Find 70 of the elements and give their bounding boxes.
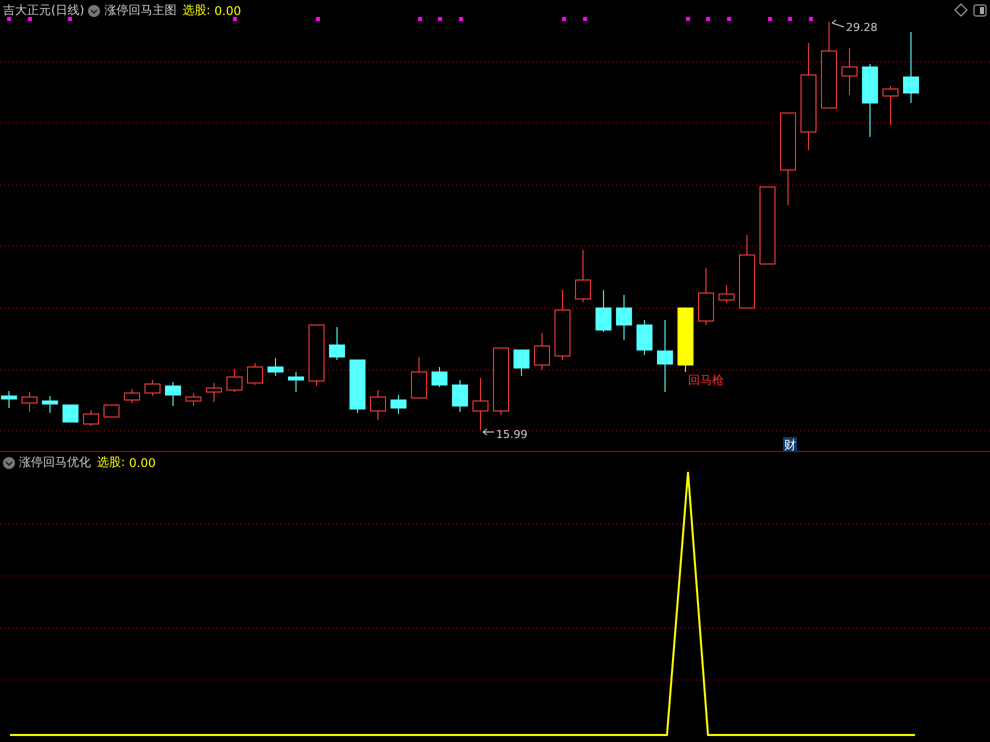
signal-marker [706,17,710,21]
high-price-label: 29.28 [846,21,878,34]
candle [636,320,652,356]
indicator-value: 0.00 [214,4,242,18]
signal-marker [727,17,731,21]
candle [124,388,140,404]
candle [472,378,488,430]
candle [329,326,345,360]
signal-marker [68,17,72,21]
signal-marker [459,17,463,21]
candle [616,294,632,340]
signal-marker [788,17,792,21]
collapse-icon[interactable] [88,4,100,16]
candle [350,360,366,414]
indicator-label: 选股: [97,454,126,471]
candle [698,268,714,326]
stock-title: 吉大正元(日线) [3,2,84,19]
indicator-value: 0.00 [129,456,156,470]
candle [62,404,78,422]
signal-marker [7,17,11,21]
candle [432,366,448,388]
candle [575,250,591,302]
candle [718,284,734,304]
signal-marker [316,17,320,21]
candle [22,392,38,412]
candle [288,372,304,392]
pointer-icon [482,428,494,436]
signal-marker [233,17,237,21]
low-price-label: 15.99 [496,428,528,441]
candle [882,86,898,126]
candle [42,396,58,414]
signal-marker [438,17,442,21]
candle [903,32,919,104]
candle [165,382,181,406]
signal-marker [562,17,566,21]
collapse-icon[interactable] [3,456,15,468]
candle [411,356,427,398]
candle [206,382,222,402]
signal-marker [686,17,690,21]
signal-marker [768,17,772,21]
candle [452,380,468,412]
candle [493,348,509,416]
candle [534,332,550,370]
indicator-title: 涨停回马优化 [19,454,91,471]
candle [247,362,263,386]
signal-marker [418,17,422,21]
candle [83,410,99,426]
candle [1,390,17,408]
candle [308,324,324,386]
pointer-icon [832,20,844,28]
candle [554,290,570,360]
candle [226,368,242,392]
diamond-icon [954,3,968,17]
candle [842,48,858,96]
candle [186,392,202,406]
panel-toggle-icon [974,4,986,16]
candle [596,290,612,332]
candle [144,380,160,396]
candle [514,350,530,376]
candle [370,390,386,420]
candle [104,404,120,418]
signal-marker [809,17,813,21]
signal-marker [583,17,587,21]
indicator-label: 选股: [182,2,210,19]
candle [390,394,406,414]
indicator-title: 涨停回马主图 [104,2,176,19]
candle [678,308,694,372]
signal-label: 回马枪 [688,373,724,387]
candle [268,358,284,376]
signal-marker [28,17,32,21]
